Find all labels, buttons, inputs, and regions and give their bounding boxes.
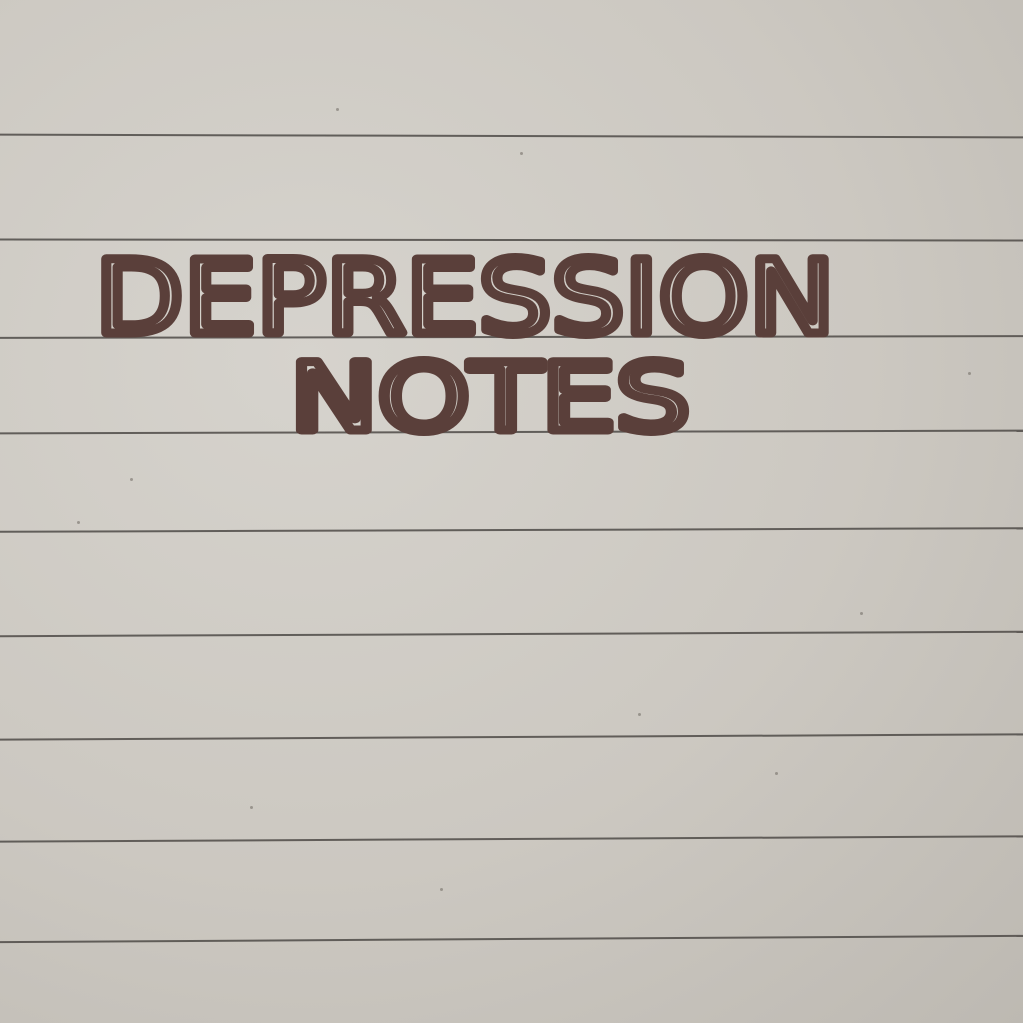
handwriting-line-2: NOTES [290,344,690,453]
lined-paper: DEPRESSION NOTES [0,0,1023,1023]
handwritten-title: DEPRESSION NOTES [91,235,840,458]
handwriting-line-1: DEPRESSION [95,239,835,358]
